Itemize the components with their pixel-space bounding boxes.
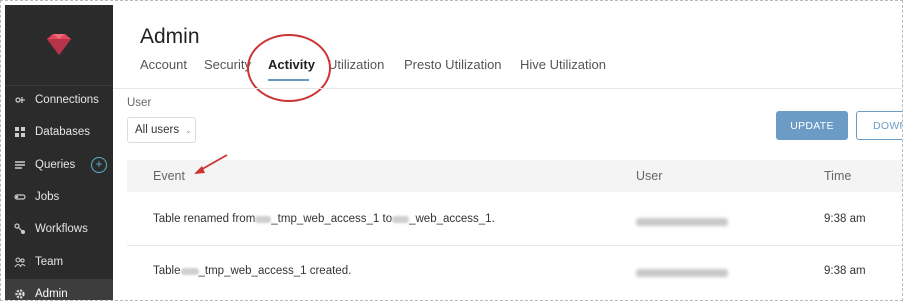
sidebar-item-connections[interactable]: Connections (5, 85, 113, 115)
sidebar-item-label: Workflows (35, 223, 88, 235)
sidebar-item-queries[interactable]: Queries + (5, 150, 113, 180)
databases-icon (13, 125, 27, 139)
page-title: Admin (140, 25, 200, 48)
add-query-button[interactable]: + (91, 157, 107, 173)
sidebar-item-team[interactable]: Team (5, 247, 113, 277)
table-header (127, 160, 902, 192)
event-text: _tmp_web_access_1 created. (198, 265, 352, 277)
sidebar-item-label: Databases (35, 126, 90, 138)
event-cell: Table renamed from _tmp_web_access_1 to … (153, 213, 495, 225)
gear-icon (13, 287, 27, 300)
column-header-time[interactable]: Time (824, 169, 851, 183)
redacted-user (636, 218, 728, 226)
workflows-icon (13, 222, 27, 236)
tab-utilization[interactable]: Utilization (328, 57, 384, 72)
chevron-down-icon: ⌄ (185, 125, 192, 135)
event-text: Table (153, 265, 181, 277)
sidebar-item-workflows[interactable]: Workflows (5, 214, 113, 244)
annotation-arrow (194, 154, 228, 174)
redacted-text (392, 215, 410, 223)
sidebar-item-admin[interactable]: Admin (5, 279, 113, 300)
download-button[interactable]: DOWNLOAD (856, 111, 902, 140)
tab-security[interactable]: Security (204, 57, 251, 72)
sidebar: Connections Databases Queries + Jobs Wor… (5, 5, 113, 300)
update-button[interactable]: UPDATE (776, 111, 848, 140)
redacted-text (180, 267, 199, 275)
tab-presto-utilization[interactable]: Presto Utilization (404, 57, 502, 72)
time-cell: 9:38 am (824, 265, 866, 277)
user-filter-value: All users (135, 124, 180, 136)
sidebar-item-databases[interactable]: Databases (5, 117, 113, 147)
queries-icon (13, 158, 27, 172)
sidebar-item-label: Queries (35, 159, 76, 171)
redacted-user (636, 269, 728, 277)
sidebar-item-label: Connections (35, 94, 99, 106)
column-header-event[interactable]: Event (153, 169, 185, 183)
app-frame: Connections Databases Queries + Jobs Wor… (0, 0, 903, 301)
annotation-circle (247, 34, 331, 102)
jobs-icon (13, 190, 27, 204)
sidebar-item-label: Team (35, 256, 64, 268)
sidebar-item-label: Admin (35, 288, 68, 300)
event-cell: Table _tmp_web_access_1 created. (153, 265, 351, 277)
connections-icon (13, 93, 27, 107)
row-divider (127, 245, 902, 246)
time-cell: 9:38 am (824, 213, 866, 225)
gem-logo-icon (47, 34, 71, 55)
team-icon (13, 255, 27, 269)
user-filter-label: User (127, 97, 152, 109)
sidebar-item-jobs[interactable]: Jobs (5, 182, 113, 212)
logo[interactable] (5, 5, 113, 86)
user-filter-select[interactable]: All users ⌄ (127, 117, 196, 143)
tab-hive-utilization[interactable]: Hive Utilization (520, 57, 606, 72)
redacted-text (255, 215, 272, 223)
sidebar-item-label: Jobs (35, 191, 60, 203)
tab-account[interactable]: Account (140, 57, 187, 72)
event-text: _tmp_web_access_1 to (271, 213, 393, 225)
column-header-user[interactable]: User (636, 169, 662, 183)
event-text: _web_access_1. (409, 213, 495, 225)
header-divider (113, 88, 902, 89)
event-text: Table renamed from (153, 213, 256, 225)
